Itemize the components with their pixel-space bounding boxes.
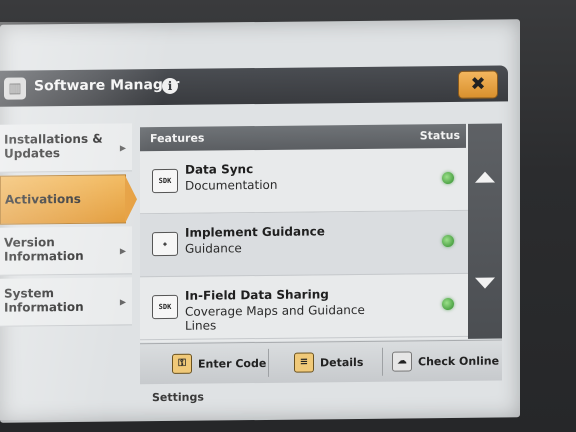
status-active-indicator <box>442 234 454 248</box>
feature-category: Guidance <box>185 241 242 256</box>
sdk-icon: SDK <box>152 294 178 320</box>
implement-guidance-icon: ◈ <box>152 231 178 257</box>
feature-row-implement-guidance[interactable]: ◈ Implement Guidance Guidance <box>140 210 468 278</box>
sidebar-item-system-information[interactable]: System Information ▶ <box>0 277 132 327</box>
bottom-toolbar: ⚿ Enter Code ≡ Details ☁ Check Online <box>140 339 502 385</box>
features-column-header: Features <box>150 131 205 146</box>
background-settings-label: Settings <box>152 390 204 405</box>
chevron-right-icon: ▶ <box>119 246 126 256</box>
status-active-indicator <box>442 297 454 311</box>
software-manager-icon: ▥ <box>4 77 26 100</box>
toolbar-divider <box>382 347 383 376</box>
feature-name: In-Field Data Sharing <box>185 287 329 303</box>
enter-code-label: Enter Code <box>198 356 267 371</box>
feature-row-data-sync[interactable]: SDK Data Sync Documentation <box>140 147 468 215</box>
sidebar-item-label: Installations & Updates <box>4 131 103 161</box>
info-icon[interactable]: i <box>162 77 178 95</box>
details-label: Details <box>320 355 364 370</box>
document-icon: ≡ <box>294 352 314 373</box>
feature-category: Documentation <box>185 177 278 193</box>
close-icon: ✖ <box>470 73 486 95</box>
key-icon: ⚿ <box>172 353 192 374</box>
scroll-up-arrow-icon[interactable] <box>475 171 495 183</box>
sidebar-item-installations-updates[interactable]: Installations & Updates ▶ <box>0 123 132 173</box>
scrollbar[interactable] <box>468 123 502 339</box>
sidebar-item-label: Activations <box>5 191 81 207</box>
sidebar-item-version-information[interactable]: Version Information ▶ <box>0 226 132 276</box>
status-active-indicator <box>442 171 454 185</box>
chevron-right-icon: ▶ <box>119 143 126 153</box>
screen: ▥ Software Manager i ✖ Installations & U… <box>0 19 520 423</box>
feature-category: Coverage Maps and Guidance Lines <box>185 302 365 333</box>
sidebar: Installations & Updates ▶ Activations Ve… <box>0 123 132 327</box>
sidebar-item-label: Version Information <box>4 235 84 264</box>
check-online-label: Check Online <box>418 354 500 369</box>
feature-name: Data Sync <box>185 162 254 177</box>
title-bar: ▥ Software Manager i ✖ <box>0 65 508 107</box>
features-table-header: Features Status <box>140 123 466 152</box>
scroll-down-arrow-icon[interactable] <box>475 277 495 289</box>
status-column-header: Status <box>419 128 460 143</box>
sidebar-item-activations[interactable]: Activations <box>0 174 126 225</box>
sidebar-item-label: System Information <box>4 286 84 315</box>
cloud-icon: ☁ <box>392 351 412 372</box>
feature-row-in-field-data-sharing[interactable]: SDK In-Field Data Sharing Coverage Maps … <box>140 273 468 341</box>
toolbar-divider <box>268 348 269 377</box>
sdk-icon: SDK <box>152 168 178 194</box>
close-button[interactable]: ✖ <box>458 70 498 99</box>
feature-name: Implement Guidance <box>185 224 325 240</box>
window-title: Software Manager <box>34 76 180 95</box>
chevron-right-icon: ▶ <box>119 297 126 307</box>
